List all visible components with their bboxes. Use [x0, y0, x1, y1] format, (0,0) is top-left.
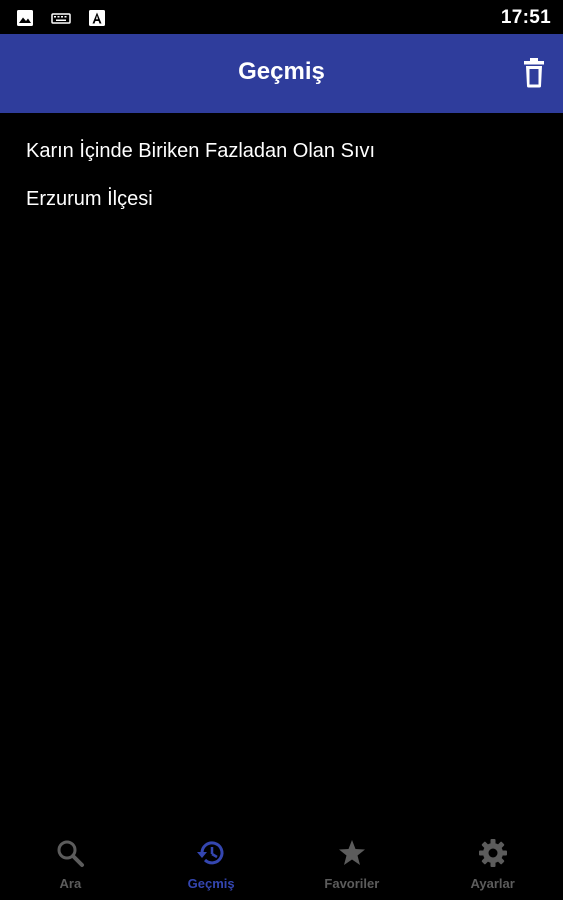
- history-icon: [197, 841, 224, 865]
- app-bar: Geçmiş: [0, 34, 563, 113]
- history-item[interactable]: Erzurum İlçesi: [0, 175, 563, 223]
- nav-item-settings[interactable]: Ayarlar: [422, 834, 563, 900]
- status-time: 17:51: [500, 7, 551, 28]
- history-item[interactable]: Karın İçinde Biriken Fazladan Olan Sıvı: [0, 127, 563, 175]
- bottom-navigation: Ara Geçmiş Favoriler Ayarlar: [0, 834, 563, 900]
- nav-item-favorites[interactable]: Favoriler: [282, 834, 423, 900]
- star-icon: [338, 840, 365, 865]
- keyboard-icon: [51, 13, 71, 24]
- status-icons: [16, 9, 106, 27]
- nav-label: Ara: [59, 876, 82, 891]
- nav-item-search[interactable]: Ara: [0, 834, 141, 900]
- nav-label: Geçmiş: [187, 876, 235, 891]
- font-a-icon: [89, 10, 105, 26]
- nav-label: Ayarlar: [470, 876, 515, 891]
- status-bar: 17:51: [0, 0, 563, 34]
- nav-item-history[interactable]: Geçmiş: [141, 834, 282, 900]
- search-icon: [57, 840, 85, 867]
- trash-icon: [524, 58, 544, 88]
- nav-label: Favoriler: [324, 876, 380, 891]
- gear-icon: [478, 839, 507, 867]
- image-icon: [17, 10, 33, 26]
- page-title: Geçmiş: [238, 58, 325, 85]
- clear-history-button[interactable]: [519, 56, 549, 90]
- history-list: Karın İçinde Biriken Fazladan Olan Sıvı …: [0, 113, 563, 223]
